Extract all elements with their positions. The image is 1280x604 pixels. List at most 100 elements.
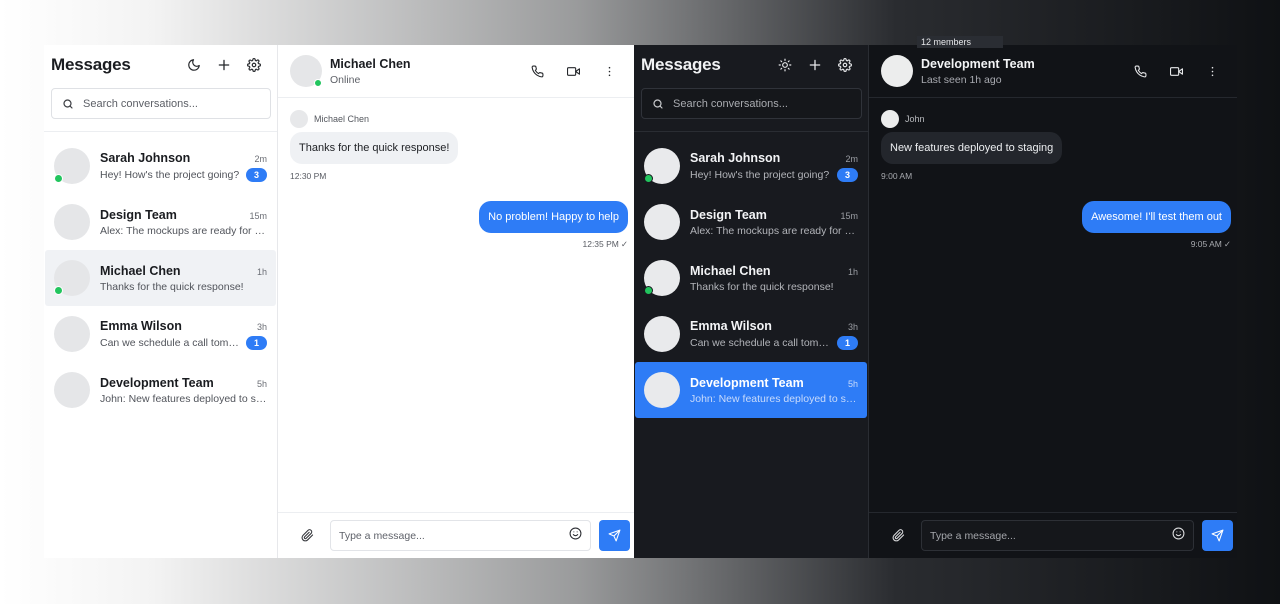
unread-badge: 1: [837, 335, 858, 350]
incoming-message: New features deployed to staging: [881, 132, 1063, 164]
search-input[interactable]: [673, 97, 851, 110]
chat-contact-name: Michael Chen: [330, 56, 411, 71]
online-indicator: [644, 286, 653, 295]
sun-icon[interactable]: [770, 50, 800, 80]
conversation-time: 5h: [847, 378, 858, 389]
search-box[interactable]: [51, 88, 271, 119]
outgoing-message: No problem! Happy to help: [479, 201, 628, 233]
avatar: [881, 55, 913, 87]
sidebar-title: Messages: [641, 55, 721, 74]
paperclip-icon[interactable]: [883, 521, 913, 551]
conversation-item-sarah-johnson[interactable]: Sarah Johnson 2m Hey! How's the project g…: [635, 138, 867, 194]
message-input-box[interactable]: [330, 520, 591, 551]
read-check-icon: ✓: [620, 239, 628, 249]
avatar: [881, 110, 899, 128]
conversation-item-design-team[interactable]: Design Team 15m Alex: The mockups are rea…: [635, 194, 867, 250]
conversation-time: 3h: [847, 321, 858, 332]
conversation-item-emma-wilson[interactable]: Emma Wilson 3h Can we schedule a call tom…: [45, 306, 276, 362]
message-composer: [869, 512, 1237, 558]
unread-badge: 3: [246, 167, 267, 182]
gear-icon[interactable]: [830, 50, 860, 80]
sender-name: Michael Chen: [314, 114, 370, 124]
avatar: [644, 204, 680, 240]
conversation-name: Design Team: [690, 207, 767, 222]
avatar: [54, 204, 90, 240]
more-vertical-icon[interactable]: [1197, 56, 1227, 86]
avatar: [54, 316, 90, 352]
conversation-name: Development Team: [100, 375, 214, 390]
conversation-time: 1h: [847, 266, 858, 277]
conversation-name: Michael Chen: [100, 263, 181, 278]
conversation-item-sarah-johnson[interactable]: Sarah Johnson 2m Hey! How's the project g…: [45, 138, 276, 194]
search-box[interactable]: [641, 88, 862, 119]
message-list: John New features deployed to staging 9:…: [869, 98, 1237, 512]
avatar: [644, 260, 680, 296]
paperclip-icon[interactable]: [292, 521, 322, 551]
avatar: [54, 372, 90, 408]
send-button[interactable]: [1202, 520, 1233, 551]
light-chat-panel: Michael Chen Online Michael Chen Thanks …: [278, 45, 634, 558]
moon-icon[interactable]: [179, 50, 209, 80]
conversation-preview: Hey! How's the project going?: [100, 168, 240, 181]
search-input[interactable]: [83, 97, 260, 110]
chat-header: Michael Chen Online: [278, 45, 634, 98]
unread-badge: 3: [837, 167, 858, 182]
message-composer: [278, 512, 634, 558]
conversation-time: 2m: [254, 153, 267, 164]
emoji-icon[interactable]: [569, 527, 582, 545]
message-list: Michael Chen Thanks for the quick respon…: [278, 98, 634, 512]
sidebar-header: Messages: [634, 45, 868, 85]
conversation-name: Development Team: [690, 375, 804, 390]
chat-contact-name: Development Team: [921, 56, 1035, 71]
plus-icon[interactable]: [209, 50, 239, 80]
conversation-list: Sarah Johnson 2m Hey! How's the project g…: [44, 132, 277, 418]
conversation-item-michael-chen[interactable]: Michael Chen 1h Thanks for the quick resp…: [45, 250, 276, 306]
message-time: 12:30 PM: [290, 171, 327, 181]
plus-icon[interactable]: [800, 50, 830, 80]
conversation-time: 3h: [256, 321, 267, 332]
chat-header: Development Team Last seen 1h ago: [869, 45, 1237, 98]
avatar: [644, 316, 680, 352]
phone-icon[interactable]: [522, 56, 552, 86]
conversation-name: Design Team: [100, 207, 177, 222]
conversation-item-michael-chen[interactable]: Michael Chen 1h Thanks for the quick resp…: [635, 250, 867, 306]
avatar: [644, 372, 680, 408]
conversation-preview: Alex: The mockups are ready for review: [690, 224, 858, 237]
message-input[interactable]: [339, 529, 569, 542]
avatar: [644, 148, 680, 184]
message-time: 9:00 AM: [881, 171, 913, 181]
message-input[interactable]: [930, 529, 1172, 542]
gear-icon[interactable]: [239, 50, 269, 80]
conversation-preview: Hey! How's the project going?: [690, 168, 830, 181]
emoji-icon[interactable]: [1172, 527, 1185, 545]
read-check-icon: ✓: [1223, 239, 1231, 249]
message-input-box[interactable]: [921, 520, 1194, 551]
avatar: [290, 110, 308, 128]
more-vertical-icon[interactable]: [594, 56, 624, 86]
video-icon[interactable]: [558, 56, 588, 86]
chat-status: Last seen 1h ago: [921, 73, 1002, 86]
send-icon: [1211, 529, 1224, 542]
conversation-item-development-team[interactable]: Development Team 5h John: New features de…: [635, 362, 867, 418]
conversation-preview: Thanks for the quick response!: [100, 280, 244, 293]
conversation-preview: John: New features deployed to staging: [690, 392, 858, 405]
message-time: 12:35 PM: [582, 239, 619, 249]
avatar: [54, 148, 90, 184]
light-sidebar: Messages Sarah Johnson 2m Hey! How's the …: [44, 45, 278, 558]
send-icon: [608, 529, 621, 542]
video-icon[interactable]: [1161, 56, 1191, 86]
conversation-preview: Can we schedule a call tomorrow?: [690, 336, 833, 349]
send-button[interactable]: [599, 520, 630, 551]
unread-badge: 1: [246, 335, 267, 350]
dark-chat-panel: 12 members Development Team Last seen 1h…: [869, 36, 1237, 558]
conversation-item-development-team[interactable]: Development Team 5h John: New features de…: [45, 362, 276, 418]
conversation-time: 5h: [256, 378, 267, 389]
conversation-name: Sarah Johnson: [100, 150, 191, 165]
avatar: [54, 260, 90, 296]
conversation-preview: John: New features deployed to staging: [100, 392, 267, 405]
conversation-name: Emma Wilson: [100, 318, 182, 333]
conversation-item-design-team[interactable]: Design Team 15m Alex: The mockups are rea…: [45, 194, 276, 250]
conversation-item-emma-wilson[interactable]: Emma Wilson 3h Can we schedule a call tom…: [635, 306, 867, 362]
phone-icon[interactable]: [1125, 56, 1155, 86]
online-indicator: [314, 79, 322, 87]
